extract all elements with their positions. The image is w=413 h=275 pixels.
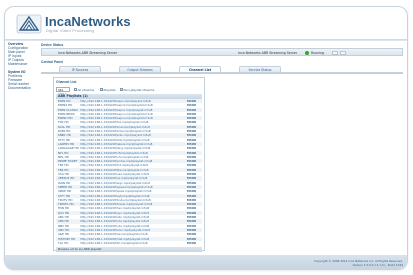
channel-list-title: Channel List (56, 80, 77, 84)
filter-all-streams-label: All streams (77, 87, 95, 92)
main-content: Device Status Inca Networks ABR Streamin… (41, 43, 403, 253)
channel-table-body: ESPN HD http://192.168.1.15/DASH/espn.mpd… (56, 99, 202, 245)
channel-filter-row: SEL (All) 1 All streams Playlists Non-pl… (56, 87, 202, 96)
brand-logo-icon (16, 14, 42, 34)
filter-playlists-label: Playlists (103, 87, 116, 92)
status-refresh-button[interactable] (340, 50, 346, 55)
sidebar-group-overview: Overview Configuration Main panel IP Inp… (8, 42, 36, 66)
filter-all-streams[interactable]: All streams (74, 88, 94, 92)
control-panel-label: Control Panel (41, 60, 64, 64)
brand-tagline: Digital Video Processing (46, 28, 95, 33)
filter-non-playlist[interactable]: Non-playlist streams (120, 88, 154, 92)
brand-name: IncaNetworks (45, 14, 131, 29)
sidebar-nav: Overview Configuration Main panel IP Inp… (8, 42, 36, 91)
footer-version: Version 1.5.0.0 (r1.1.5) – Build 1234 (352, 263, 403, 267)
channel-name: TLC HD (58, 240, 69, 245)
sidebar-group-system: System I/O Problems Firmware Serial numb… (8, 71, 36, 91)
footer-bar: Copyright © 2008-2014 Inca Networks Inc.… (5, 255, 407, 269)
status-action-button[interactable] (332, 50, 338, 55)
app-frame: IncaNetworks Digital Video Processing Ov… (4, 6, 408, 270)
channel-table-footer: Browse url to an ABR playlist (56, 247, 202, 253)
filter-playlists[interactable]: Playlists (100, 88, 116, 92)
device-status-label: Device Status (41, 43, 64, 47)
device-status-bar: Inca Networks ABR Streaming Server Inca … (41, 48, 403, 56)
header-divider (5, 39, 407, 41)
running-status-icon (305, 51, 309, 55)
channel-url[interactable]: http://192.168.1.15/DASH/tlc.mpd/playlis… (80, 241, 148, 245)
channel-table: ABR Playlists (1) ESPN HD http://192.168.… (56, 94, 202, 253)
device-state-text: Running (311, 51, 325, 55)
channel-action-link[interactable]: M3U8 (187, 241, 196, 245)
channel-filter-select[interactable]: SEL (All) 1 (56, 87, 70, 96)
channel-list-panel: Channel List SEL (All) 1 All streams Pla… (53, 77, 205, 253)
brand-header: IncaNetworks Digital Video Processing (15, 13, 215, 35)
device-status-left-text: Inca Networks ABR Streaming Server (58, 51, 118, 55)
sidebar-item-documentation[interactable]: Documentation (8, 86, 36, 91)
tab-strip (41, 72, 403, 74)
filter-non-playlist-label: Non-playlist streams (123, 87, 155, 92)
device-status-right-text: Inca Networks ABR Streaming Server (238, 51, 298, 55)
table-row: TLC HD http://192.168.1.15/DASH/tlc.mpd/p… (56, 241, 202, 245)
